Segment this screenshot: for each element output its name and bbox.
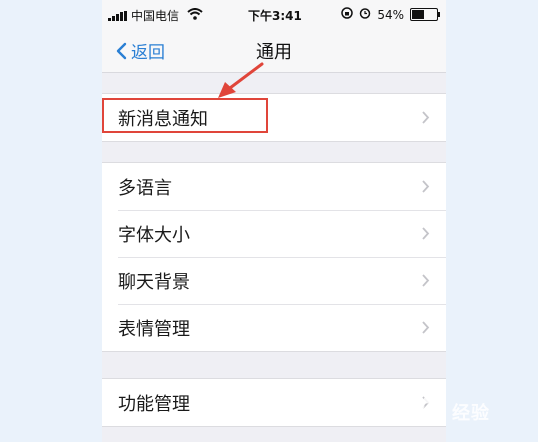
page-title: 通用 — [256, 42, 292, 63]
row-label: 字体大小 — [118, 224, 190, 246]
navigation-bar: 返回 通用 — [102, 28, 446, 73]
highlight-box — [102, 98, 268, 133]
settings-row-sticker-management[interactable]: 表情管理 — [102, 304, 446, 351]
settings-group-general: 多语言 字体大小 聊天背景 表情管理 — [102, 162, 446, 352]
chevron-right-icon — [422, 274, 430, 287]
status-time: 下午3:41 — [248, 9, 302, 23]
chevron-right-icon — [422, 111, 430, 124]
status-right: 54% — [341, 7, 440, 22]
settings-group-features: 功能管理 — [102, 378, 446, 427]
battery-percent: 54% — [377, 7, 404, 22]
status-left: 中国电信 — [108, 7, 203, 24]
chevron-right-icon — [422, 180, 430, 193]
settings-row-font-size[interactable]: 字体大小 — [102, 210, 446, 257]
chevron-right-icon — [422, 227, 430, 240]
status-bar: 中国电信 下午3:41 54% — [102, 0, 446, 28]
annotation-arrow-icon — [218, 62, 264, 98]
rotation-lock-icon — [341, 7, 354, 22]
wifi-icon — [187, 7, 203, 24]
settings-row-feature-management[interactable]: 功能管理 — [102, 379, 446, 426]
carrier-name: 中国电信 — [131, 9, 180, 23]
settings-row-language[interactable]: 多语言 — [102, 163, 446, 210]
alarm-icon — [359, 7, 371, 22]
watermark-text: 经验 — [452, 403, 490, 424]
row-label: 聊天背景 — [118, 271, 190, 293]
settings-row-chat-background[interactable]: 聊天背景 — [102, 257, 446, 304]
chevron-right-icon — [422, 321, 430, 334]
signal-icon — [108, 10, 127, 21]
battery-icon — [410, 8, 440, 21]
row-label: 表情管理 — [118, 318, 190, 340]
paw-logo-icon — [417, 396, 445, 423]
phone-screen: 中国电信 下午3:41 54% 返回 通用 新消息通知 多语言 字体大小 聊天背… — [102, 0, 446, 442]
watermark: 经验 — [404, 384, 538, 442]
row-label: 功能管理 — [118, 393, 190, 415]
row-label: 多语言 — [118, 177, 172, 199]
